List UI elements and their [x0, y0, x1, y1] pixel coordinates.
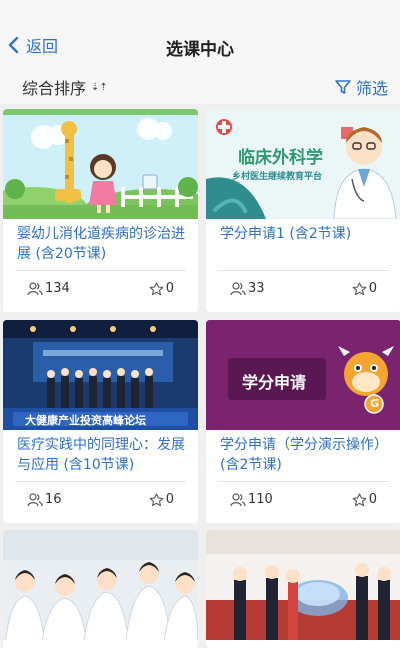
star-icon	[149, 281, 164, 295]
sort-icon: ⇣⇡	[91, 81, 108, 93]
course-thumbnail	[206, 530, 400, 640]
thumbnail-badge: G	[370, 397, 380, 410]
card-divider	[218, 481, 389, 482]
thumbnail-heading: 临床外科学	[238, 148, 323, 168]
course-title: 医疗实践中的同理心：发展与应用 (含10节课)	[17, 437, 185, 473]
course-title: 婴幼儿消化道疾病的诊治进展 (含20节课)	[17, 226, 185, 262]
navbar: 返回 选课中心	[0, 0, 400, 66]
card-divider	[15, 481, 186, 482]
student-count: 16	[27, 492, 62, 507]
course-thumbnail	[3, 530, 198, 640]
favorite-count[interactable]: 0	[352, 281, 377, 296]
thumbnail-heading: 学分申请	[242, 373, 307, 392]
course-card[interactable]: 临床外科学 乡村医生继续教育平台 学分申请1 (含2节课) 33 0	[206, 109, 400, 312]
thumbnail-subheading: 乡村医生继续教育平台	[232, 172, 323, 182]
filter-icon	[335, 80, 351, 94]
user-icon	[27, 492, 43, 506]
user-icon	[27, 281, 43, 295]
course-card[interactable]: 大健康产业投资高峰论坛 医疗实践中的同理心：发展与应用 (含10节课) 16 0	[3, 320, 198, 523]
favorite-count-value: 0	[368, 492, 377, 507]
user-icon	[230, 281, 246, 295]
sort-dropdown[interactable]: 综合排序 ⇣⇡	[22, 75, 108, 99]
thumbnail-banner: 大健康产业投资高峰论坛	[25, 414, 146, 427]
course-title: 学分申请1 (含2节课)	[220, 226, 352, 242]
course-thumbnail	[3, 109, 198, 219]
favorite-count-value: 0	[165, 281, 174, 296]
favorite-count-value: 0	[368, 281, 377, 296]
filter-bar: 综合排序 ⇣⇡ 筛选	[0, 66, 400, 104]
star-icon	[352, 492, 367, 506]
sort-label: 综合排序	[22, 79, 87, 98]
course-card[interactable]	[3, 530, 198, 648]
course-card[interactable]: 婴幼儿消化道疾病的诊治进展 (含20节课) 134 0	[3, 109, 198, 312]
student-count-value: 134	[45, 281, 70, 296]
star-icon	[352, 281, 367, 295]
student-count: 33	[230, 281, 265, 296]
student-count: 134	[27, 281, 70, 296]
course-thumbnail: 临床外科学 乡村医生继续教育平台	[206, 109, 400, 219]
student-count-value: 33	[248, 281, 265, 296]
filter-button[interactable]: 筛选	[334, 75, 388, 99]
card-divider	[218, 270, 389, 271]
user-icon	[230, 492, 246, 506]
favorite-count[interactable]: 0	[149, 492, 174, 507]
course-thumbnail: 学分申请 G	[206, 320, 400, 430]
filter-label: 筛选	[355, 79, 388, 98]
course-card[interactable]	[206, 530, 400, 648]
course-card[interactable]: 学分申请 G 学分申请（学分演示操作） (含2节课) 110 0	[206, 320, 400, 523]
course-title: 学分申请（学分演示操作） (含2节课)	[220, 437, 388, 473]
favorite-count[interactable]: 0	[149, 281, 174, 296]
page-title: 选课中心	[166, 40, 234, 60]
star-icon	[149, 492, 164, 506]
card-divider	[15, 270, 186, 271]
favorite-count-value: 0	[165, 492, 174, 507]
student-count-value: 110	[248, 492, 273, 507]
favorite-count[interactable]: 0	[352, 492, 377, 507]
student-count: 110	[230, 492, 273, 507]
course-thumbnail: 大健康产业投资高峰论坛	[3, 320, 198, 430]
student-count-value: 16	[45, 492, 62, 507]
